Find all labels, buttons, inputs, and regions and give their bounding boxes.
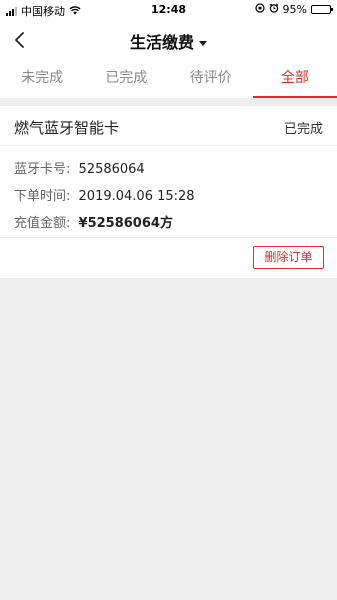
order-time-row: 下单时间: 2019.04.06 15:28 (14, 185, 195, 204)
amount-value: ¥52586064方 (78, 216, 173, 231)
tab-all[interactable]: 全部 (252, 60, 337, 98)
tab-to-review[interactable]: 待评价 (169, 60, 253, 98)
delete-order-button[interactable]: 删除订单 (253, 246, 324, 269)
nav-title-dropdown[interactable]: 生活缴费 (0, 29, 337, 53)
tab-finished[interactable]: 已完成 (84, 60, 168, 98)
order-card[interactable]: 燃气蓝牙智能卡 已完成 蓝牙卡号: 52586064 下单时间: 2019.04… (0, 106, 337, 278)
order-time-label: 下单时间: (14, 189, 71, 204)
card-divider (0, 237, 337, 238)
card-number-label: 蓝牙卡号: (14, 162, 71, 177)
order-title: 燃气蓝牙智能卡 (14, 119, 120, 137)
card-number-row: 蓝牙卡号: 52586064 (14, 158, 145, 177)
order-tabs: 未完成 已完成 待评价 全部 (0, 60, 337, 98)
battery-percent: 95% (282, 3, 307, 16)
battery-icon (311, 5, 333, 14)
nav-bar: 生活缴费 (0, 20, 337, 60)
order-time-value: 2019.04.06 15:28 (78, 189, 195, 204)
status-right: 95% (254, 3, 333, 16)
card-number-value: 52586064 (78, 162, 145, 177)
tab-unfinished[interactable]: 未完成 (0, 60, 84, 98)
amount-label: 充值金额: (14, 216, 71, 231)
amount-row: 充值金额: ¥52586064方 (14, 212, 173, 231)
screen: 中国移动 12:48 95% 生活缴费 未完成 已完成 待评价 全部 燃气蓝牙智… (0, 0, 337, 600)
orientation-lock-icon (254, 3, 265, 16)
caret-down-icon (199, 41, 207, 46)
page-title: 生活缴费 (129, 33, 194, 52)
order-status: 已完成 (283, 122, 323, 137)
alarm-icon (269, 3, 279, 16)
order-card-header: 燃气蓝牙智能卡 已完成 (0, 106, 337, 146)
status-bar: 中国移动 12:48 95% (0, 0, 337, 20)
